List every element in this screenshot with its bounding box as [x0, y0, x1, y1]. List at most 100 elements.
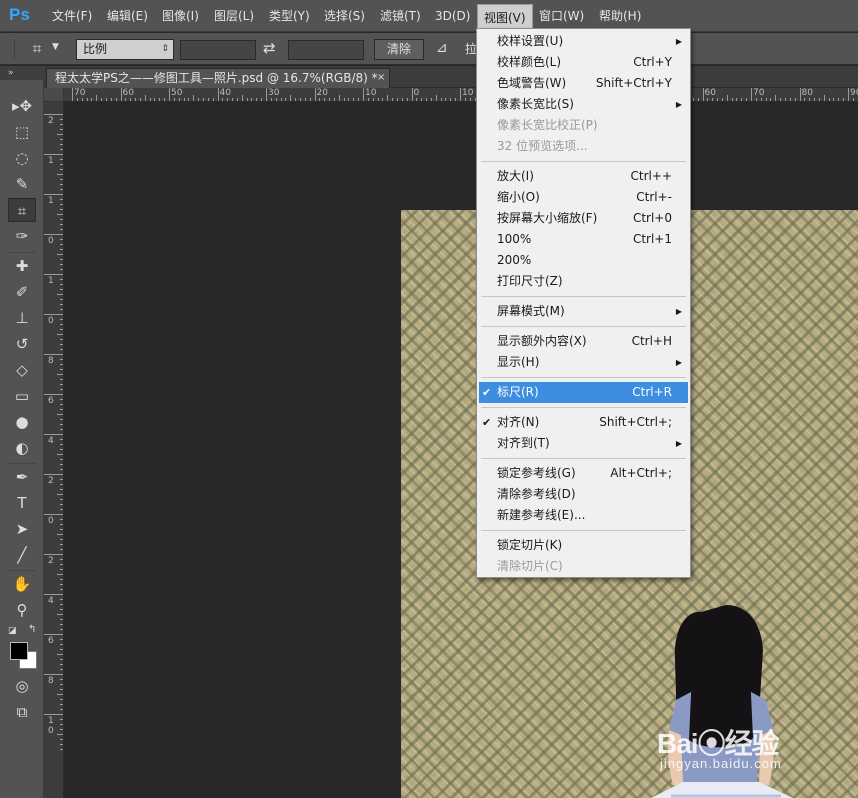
- ruler-origin[interactable]: [44, 88, 64, 102]
- menu-filter[interactable]: 滤镜(T): [374, 0, 427, 32]
- type-tool-icon[interactable]: T: [8, 491, 36, 515]
- ruler-minor-tick: [780, 98, 782, 101]
- width-field[interactable]: [180, 40, 256, 60]
- menu-image[interactable]: 图像(I): [156, 0, 205, 32]
- pen-tool-icon[interactable]: ✒: [8, 465, 36, 489]
- ruler-minor-tick: [440, 98, 442, 101]
- view-menu-item[interactable]: 屏幕模式(M) ▶: [479, 301, 688, 322]
- menu-select[interactable]: 选择(S): [318, 0, 371, 32]
- view-menu-item[interactable]: 100% Ctrl+1: [479, 229, 688, 250]
- move-tool-icon[interactable]: ▸✥: [8, 94, 36, 118]
- brush-tool-icon[interactable]: ✐: [8, 280, 36, 304]
- ruler-label: 60: [122, 88, 134, 98]
- view-menu-item[interactable]: 清除参考线(D): [479, 484, 688, 505]
- view-menu-item[interactable]: ✔ 对齐(N) Shift+Ctrl+;: [479, 412, 688, 433]
- height-field[interactable]: [288, 40, 364, 60]
- view-menu-item[interactable]: 放大(I) Ctrl++: [479, 166, 688, 187]
- ruler-minor-tick: [270, 98, 272, 101]
- menu-file[interactable]: 文件(F): [46, 0, 98, 32]
- ruler-minor-tick: [57, 254, 63, 255]
- marquee-tool-icon[interactable]: ⬚: [8, 120, 36, 144]
- ruler-minor-tick: [60, 719, 63, 720]
- swap-colors-icon[interactable]: ↰: [28, 624, 36, 635]
- ruler-major-tick: [411, 88, 413, 101]
- ruler-minor-tick: [794, 98, 796, 101]
- line-tool-icon[interactable]: ╱: [8, 543, 36, 567]
- view-menu-item[interactable]: 锁定参考线(G) Alt+Ctrl+;: [479, 463, 688, 484]
- ruler-label: 10: [462, 88, 474, 98]
- menu-view[interactable]: 视图(V): [477, 4, 533, 30]
- ruler-minor-tick: [60, 424, 63, 425]
- ruler-minor-tick: [377, 98, 379, 101]
- foreground-color-swatch[interactable]: [10, 642, 28, 660]
- ruler-minor-tick: [60, 479, 63, 480]
- straighten-icon[interactable]: ⊿: [436, 40, 448, 56]
- ruler-minor-tick: [173, 98, 175, 101]
- chevron-down-icon[interactable]: ▼: [52, 42, 59, 52]
- canvas-area[interactable]: [64, 102, 858, 798]
- ruler-minor-tick: [60, 244, 63, 245]
- view-menu-item[interactable]: 色域警告(W) Shift+Ctrl+Y: [479, 73, 688, 94]
- view-menu-item[interactable]: 像素长宽比(S) ▶: [479, 94, 688, 115]
- ruler-minor-tick: [110, 98, 112, 101]
- swap-dimensions-icon[interactable]: ⇄: [263, 39, 276, 57]
- clear-button[interactable]: 清除: [374, 39, 424, 60]
- view-menu-item[interactable]: 对齐到(T) ▶: [479, 433, 688, 454]
- view-menu-item[interactable]: 打印尺寸(Z): [479, 271, 688, 292]
- menu-3d[interactable]: 3D(D): [429, 0, 476, 32]
- ruler-label: 50: [171, 88, 183, 98]
- ratio-select[interactable]: 比例 ⇕: [76, 39, 174, 60]
- eyedropper-tool-icon[interactable]: ✑: [8, 224, 36, 248]
- expand-panel-icon[interactable]: »: [8, 66, 14, 80]
- crop-preset-icon[interactable]: ⌗: [26, 38, 48, 60]
- clone-stamp-tool-icon[interactable]: ⊥: [8, 306, 36, 330]
- view-menu-item[interactable]: ✔ 标尺(R) Ctrl+R: [479, 382, 688, 403]
- eraser-tool-icon[interactable]: ◇: [8, 358, 36, 382]
- lasso-tool-icon[interactable]: ◌: [8, 146, 36, 170]
- view-menu-item[interactable]: 显示(H) ▶: [479, 352, 688, 373]
- view-menu-item[interactable]: 新建参考线(E)...: [479, 505, 688, 526]
- view-menu-item[interactable]: 锁定切片(K): [479, 535, 688, 556]
- ruler-minor-tick: [435, 95, 437, 101]
- healing-brush-tool-icon[interactable]: ✚: [8, 254, 36, 278]
- default-colors-icon[interactable]: ◪: [8, 626, 17, 636]
- zoom-tool-icon[interactable]: ⚲: [8, 598, 36, 622]
- blur-tool-icon[interactable]: ●: [8, 410, 36, 434]
- history-brush-tool-icon[interactable]: ↺: [8, 332, 36, 356]
- view-menu-item[interactable]: 按屏幕大小缩放(F) Ctrl+0: [479, 208, 688, 229]
- ruler-label: 70: [74, 88, 86, 98]
- menu-type[interactable]: 类型(Y): [263, 0, 316, 32]
- document-tab-title: 程太太学PS之——修图工具—照片.psd @ 16.7%(RGB/8) *: [55, 71, 378, 85]
- close-icon[interactable]: ×: [377, 69, 385, 87]
- ruler-minor-tick: [101, 98, 103, 101]
- crop-tool-icon[interactable]: ⌗: [8, 198, 36, 222]
- ruler-label: 40: [219, 88, 231, 98]
- document-tab[interactable]: 程太太学PS之——修图工具—照片.psd @ 16.7%(RGB/8) * ×: [46, 68, 390, 88]
- vertical-ruler[interactable]: 2110108642024681 0: [44, 102, 64, 798]
- ruler-minor-tick: [261, 98, 263, 101]
- ruler-minor-tick: [295, 98, 297, 101]
- ruler-minor-tick: [202, 98, 204, 101]
- view-menu-item[interactable]: 显示额外内容(X) Ctrl+H: [479, 331, 688, 352]
- quick-selection-tool-icon[interactable]: ✎: [8, 172, 36, 196]
- view-menu-item[interactable]: 校样设置(U) ▶: [479, 31, 688, 52]
- quick-mask-icon[interactable]: ◎: [8, 674, 36, 698]
- menu-item-label: 100%: [497, 232, 532, 246]
- menu-edit[interactable]: 编辑(E): [101, 0, 154, 32]
- hand-tool-icon[interactable]: ✋: [8, 572, 36, 596]
- menu-layer[interactable]: 图层(L): [208, 0, 260, 32]
- menu-item-label: 标尺(R): [497, 385, 539, 399]
- ruler-minor-tick: [57, 614, 63, 615]
- view-menu-item[interactable]: 缩小(O) Ctrl+-: [479, 187, 688, 208]
- submenu-arrow-icon: ▶: [675, 307, 682, 316]
- path-selection-tool-icon[interactable]: ➤: [8, 517, 36, 541]
- dodge-tool-icon[interactable]: ◐: [8, 436, 36, 460]
- horizontal-ruler[interactable]: 706050403020100102030405060708090: [64, 88, 858, 102]
- screen-mode-icon[interactable]: ⧉: [8, 700, 36, 724]
- ruler-minor-tick: [387, 95, 389, 101]
- ruler-minor-tick: [60, 129, 63, 130]
- menu-separator: [481, 296, 686, 297]
- gradient-tool-icon[interactable]: ▭: [8, 384, 36, 408]
- view-menu-item[interactable]: 200%: [479, 250, 688, 271]
- view-menu-item[interactable]: 校样颜色(L) Ctrl+Y: [479, 52, 688, 73]
